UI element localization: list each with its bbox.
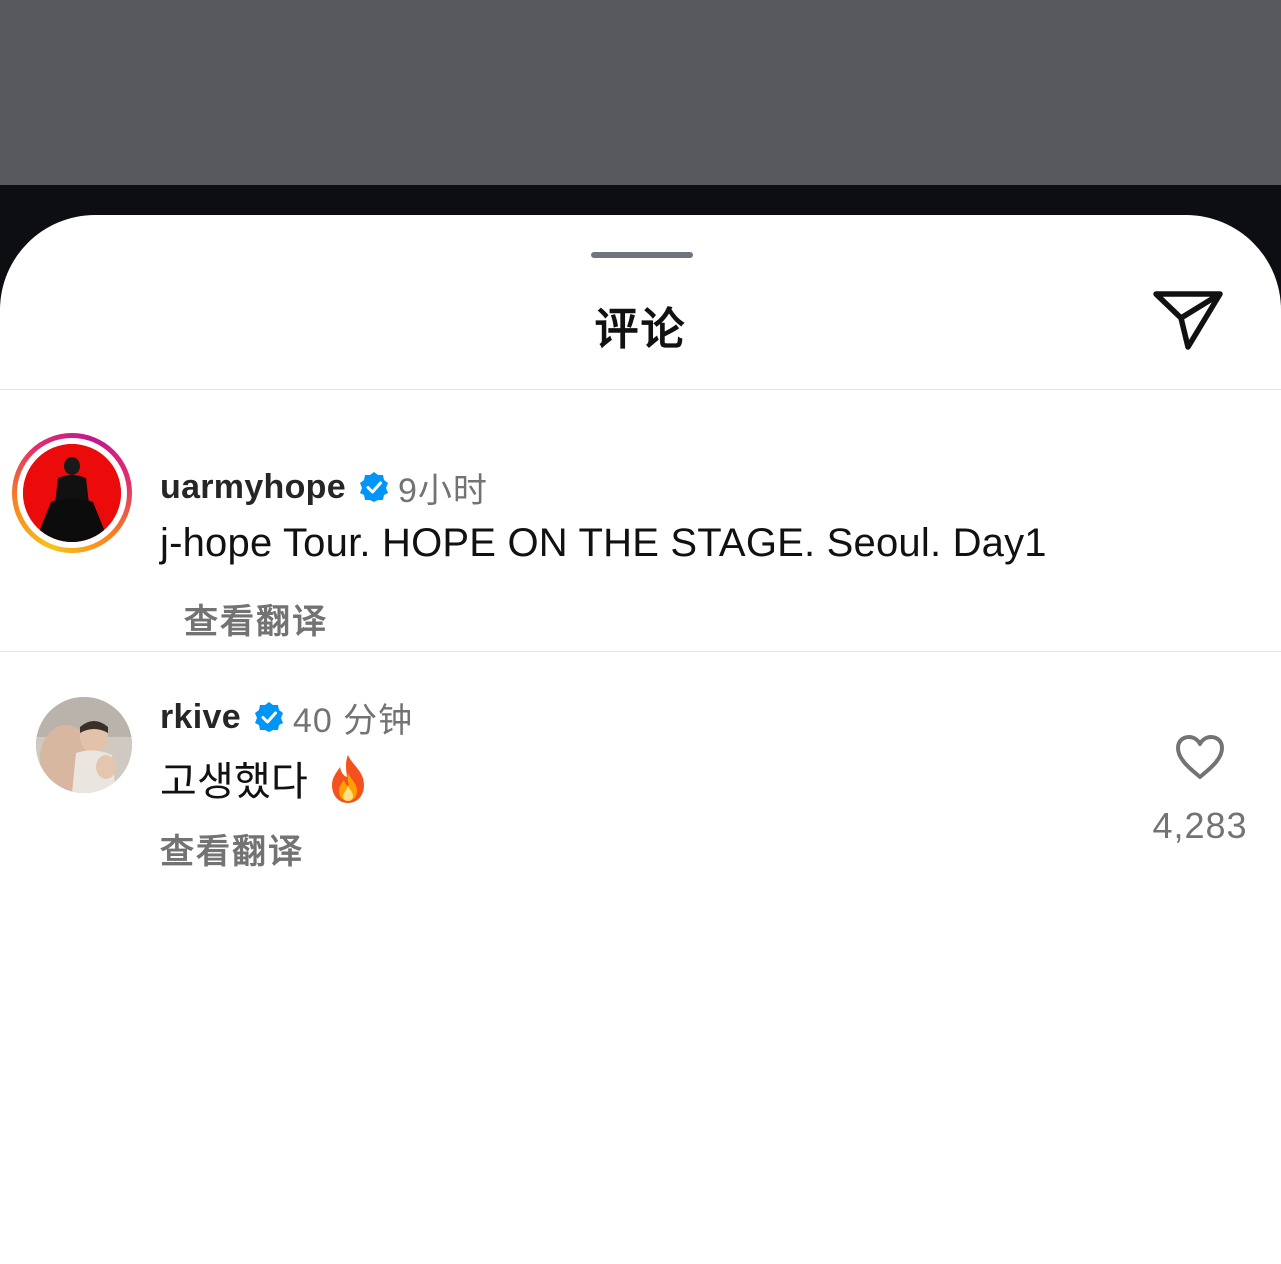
comment-meta: uarmyhope 9小时 [160,465,488,510]
sheet-title: 评论 [594,305,687,354]
avatar-photo-image [36,697,132,793]
like-count: 4,283 [1152,805,1248,846]
comment-time: 9小时 [397,471,488,510]
drag-handle[interactable] [591,252,693,258]
verified-badge-icon [254,702,283,732]
username[interactable]: rkive [160,698,241,737]
see-translation-link[interactable]: 查看翻译 [184,594,328,643]
heart-icon[interactable] [1174,733,1226,781]
comments-sheet: 评论 [0,215,1281,1264]
send-icon[interactable] [1151,290,1225,352]
comment-meta: rkive 40 分钟 [160,695,414,740]
comment-text-row: 고생했다 [160,749,370,807]
verified-badge-icon [359,472,388,502]
comment-divider [0,651,1281,652]
username[interactable]: uarmyhope [160,468,346,507]
fire-emoji [332,755,364,803]
header-divider [0,389,1281,390]
comment-text: j-hope Tour. HOPE ON THE STAGE. Seoul. D… [160,521,1047,565]
story-ring-avatar[interactable] [12,433,132,553]
photo-avatar[interactable] [36,697,132,793]
comment-time: 40 分钟 [292,701,414,740]
avatar-figure-icon [23,444,121,542]
comment-text: 고생했다 [160,760,308,804]
backdrop-top [0,0,1281,185]
like-area: 4,283 [1140,733,1260,853]
avatar-ring-inner [17,438,127,548]
see-translation-link[interactable]: 查看翻译 [160,824,304,873]
avatar-image [23,444,121,542]
